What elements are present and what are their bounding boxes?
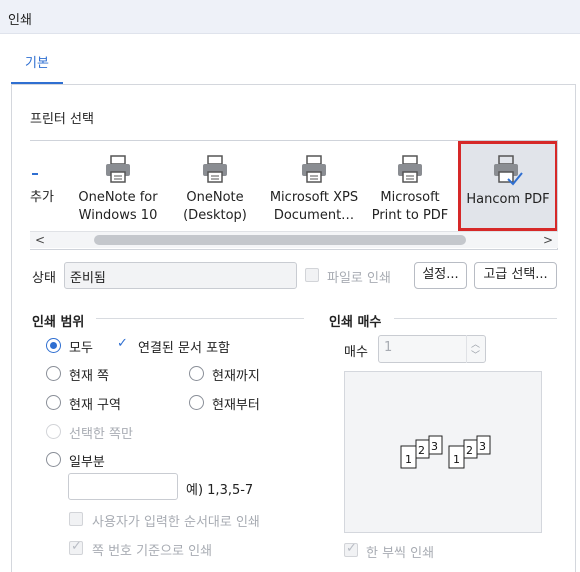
status-value: 준비됨 (70, 271, 106, 286)
printer-hancom-pdf[interactable]: Hancom PDF (458, 141, 557, 231)
checkmark-icon: ✓ (117, 336, 128, 351)
svg-text:3: 3 (479, 440, 486, 453)
range-some-pages-radio[interactable] (46, 452, 61, 467)
range-current-page-radio[interactable] (46, 366, 61, 381)
range-from-current-radio[interactable] (189, 395, 204, 410)
page-number-based-checkbox[interactable]: ✓ (69, 539, 83, 555)
printer-select-label: 프린터 선택 (30, 112, 94, 127)
user-order-label: 사용자가 입력한 순서대로 인쇄 (92, 515, 260, 530)
printer-ms-print-to-pdf[interactable]: Microsoft Print to PDF (366, 141, 454, 233)
status-field: 준비됨 (64, 262, 297, 289)
printer-line2: (Desktop) (183, 208, 247, 223)
collate-label: 한 부씩 인쇄 (366, 546, 435, 561)
tab-basic[interactable]: 기본 (11, 52, 63, 84)
copies-divider (394, 318, 557, 319)
printer-line2: Print to PDF (371, 208, 449, 223)
scroll-right-icon[interactable]: > (540, 232, 556, 248)
printer-icon (302, 155, 326, 183)
range-all-label: 모두 (69, 341, 93, 356)
printer-icon (398, 155, 422, 183)
collate-preview-icon: 3 2 1 3 2 1 (400, 435, 491, 469)
printer-icon (203, 155, 227, 183)
file-print-checkbox[interactable] (305, 268, 319, 282)
printer-line2: Document… (273, 208, 355, 223)
window-title: 인쇄 (8, 13, 32, 28)
copies-stepper[interactable]: ︿ ﹀ (466, 335, 486, 363)
status-label: 상태 (32, 271, 56, 286)
range-selected-pages-label: 선택한 쪽만 (69, 427, 133, 442)
checkmark-icon: ✓ (346, 541, 357, 556)
range-up-to-current-label: 현재까지 (212, 369, 260, 384)
page-range-input[interactable] (68, 473, 178, 500)
copies-title: 인쇄 매수 (329, 315, 382, 330)
range-up-to-current-radio[interactable] (189, 366, 204, 381)
checkmark-icon: ✓ (71, 539, 82, 554)
printer-line1: Microsoft (380, 190, 440, 205)
range-current-section-radio[interactable] (46, 395, 61, 410)
printer-line1: Microsoft XPS (269, 190, 359, 205)
copies-label: 매수 (344, 345, 368, 360)
svg-text:1: 1 (453, 453, 460, 466)
range-current-page-label: 현재 쪽 (69, 369, 110, 384)
page-range-example: 예) 1,3,5-7 (186, 483, 254, 498)
title-bar: 인쇄 (0, 0, 580, 34)
printer-onenote-desktop[interactable]: OneNote (Desktop) (168, 141, 262, 233)
user-order-checkbox[interactable] (69, 512, 83, 526)
settings-button[interactable]: 설정... (414, 262, 467, 289)
svg-text:1: 1 (405, 453, 412, 466)
advanced-select-button[interactable]: 고급 선택... (474, 262, 557, 289)
range-all-radio[interactable] (46, 338, 61, 353)
svg-text:2: 2 (466, 444, 473, 457)
svg-text:2: 2 (418, 444, 425, 457)
range-some-pages-label: 일부분 (69, 455, 105, 470)
range-selected-pages-radio[interactable] (46, 424, 61, 439)
print-range-title: 인쇄 범위 (32, 315, 85, 330)
tab-bar: 기본 (0, 34, 580, 84)
tab-basic-label: 기본 (25, 56, 49, 71)
printer-line1: OneNote (186, 190, 244, 205)
collate-checkbox[interactable]: ✓ (344, 541, 358, 557)
svg-text:3: 3 (431, 440, 438, 453)
printer-onenote-win10[interactable]: OneNote for Windows 10 (68, 141, 168, 233)
page-number-based-label: 쪽 번호 기준으로 인쇄 (92, 544, 213, 559)
printer-ms-xps[interactable]: Microsoft XPS Document… (262, 141, 366, 233)
printer-default-check-icon (494, 155, 523, 186)
printer-line1: OneNote for (78, 190, 158, 205)
printer-line1: Hancom PDF (466, 192, 550, 207)
add-printer-item[interactable]: 추가 (30, 141, 58, 233)
copies-value: 1 (384, 340, 393, 355)
copies-preview: 3 2 1 3 2 1 (344, 371, 542, 533)
printer-icon (106, 155, 130, 183)
range-from-current-label: 현재부터 (212, 398, 260, 413)
add-printer-label: 추가 (30, 190, 54, 205)
print-range-divider (96, 318, 304, 319)
linked-docs-label: 연결된 문서 포함 (138, 341, 230, 356)
scroll-left-icon[interactable]: < (32, 232, 48, 248)
scrollbar-thumb[interactable] (94, 235, 466, 245)
linked-docs-checkbox[interactable]: ✓ (115, 336, 129, 352)
file-print-label: 파일로 인쇄 (327, 271, 391, 286)
printer-line2: Windows 10 (78, 208, 158, 223)
chevron-down-icon[interactable]: ﹀ (471, 348, 480, 361)
range-current-section-label: 현재 구역 (69, 398, 121, 413)
printer-list-scrollbar[interactable]: < > (30, 231, 558, 248)
